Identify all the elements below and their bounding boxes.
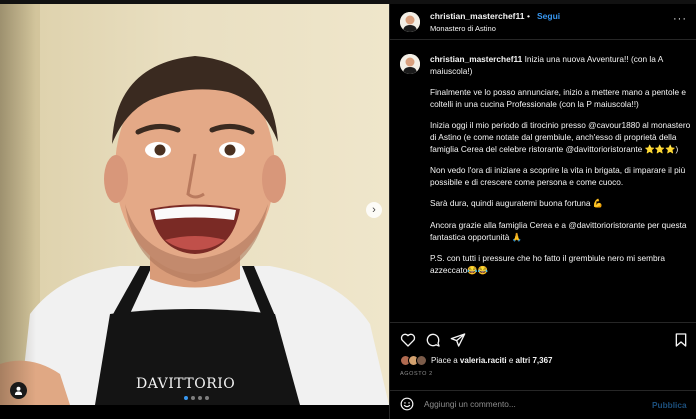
- likes-others-link[interactable]: altri 7,367: [516, 356, 553, 365]
- post-username[interactable]: christian_masterchef11: [430, 11, 525, 21]
- avatar: [416, 354, 427, 366]
- apron-logo-text: DAVITTORIO: [136, 376, 236, 392]
- comment-bar: Pubblica: [390, 390, 696, 419]
- post-location[interactable]: Monastero di Astino: [430, 24, 496, 33]
- post-header: christian_masterchef11 • Segui Monastero…: [390, 4, 696, 40]
- avatar[interactable]: [400, 54, 420, 74]
- carousel-dot: [205, 396, 209, 400]
- caption-paragraph: Sarà dura, quindi auguratemi buona fortu…: [430, 198, 604, 209]
- post-date: AGOSTO 2: [400, 371, 433, 377]
- comment-icon[interactable]: [425, 332, 441, 348]
- carousel-dot: [184, 396, 188, 400]
- liker-username[interactable]: valeria.raciti: [460, 356, 507, 365]
- person-photo: [0, 4, 389, 405]
- likes-middle: e: [508, 355, 514, 365]
- likes-prefix: Piace a: [431, 355, 458, 365]
- photo-edge-shadow: [0, 4, 36, 405]
- post-photo[interactable]: DAVITTORIO ›: [0, 4, 389, 405]
- caption-username[interactable]: christian_masterchef11: [430, 54, 522, 64]
- caption-paragraph: Ancora grazie alla famiglia Cerea e a @d…: [430, 219, 687, 242]
- likes-text: Piace a valeria.raciti e altri 7,367: [431, 356, 552, 365]
- avatar[interactable]: [400, 12, 420, 32]
- likes-summary[interactable]: Piace a valeria.raciti e altri 7,367: [400, 354, 552, 366]
- share-icon[interactable]: [450, 332, 466, 348]
- follow-button[interactable]: Segui: [537, 11, 560, 21]
- action-bar: [390, 322, 696, 358]
- heart-icon[interactable]: [400, 332, 416, 348]
- carousel-dot: [191, 396, 195, 400]
- caption-paragraph: P.S. con tutti i pressure che ho fatto i…: [430, 253, 666, 275]
- liker-avatars: [400, 354, 427, 366]
- user-tag-icon[interactable]: [10, 382, 27, 399]
- caption-text: christian_masterchef11 Inizia una nuova …: [430, 54, 692, 286]
- emoji-icon[interactable]: [400, 397, 414, 411]
- comment-input[interactable]: [424, 395, 644, 413]
- header-separator: •: [527, 11, 530, 21]
- caption-paragraph: Inizia oggi il mio periodo di tirocinio …: [430, 120, 691, 154]
- publish-button[interactable]: Pubblica: [652, 400, 687, 410]
- caption-paragraph: Non vedo l'ora di iniziare a scoprire la…: [430, 165, 686, 187]
- chevron-right-icon[interactable]: ›: [366, 202, 382, 218]
- post-caption: christian_masterchef11 Inizia una nuova …: [390, 48, 696, 324]
- bookmark-icon[interactable]: [673, 332, 689, 348]
- caption-paragraph: Finalmente ve lo posso annunciare, inizi…: [430, 87, 686, 109]
- carousel-dot: [198, 396, 202, 400]
- more-options-icon[interactable]: ···: [673, 13, 687, 25]
- carousel-dots: [184, 396, 209, 400]
- post-side-panel: christian_masterchef11 • Segui Monastero…: [389, 4, 696, 419]
